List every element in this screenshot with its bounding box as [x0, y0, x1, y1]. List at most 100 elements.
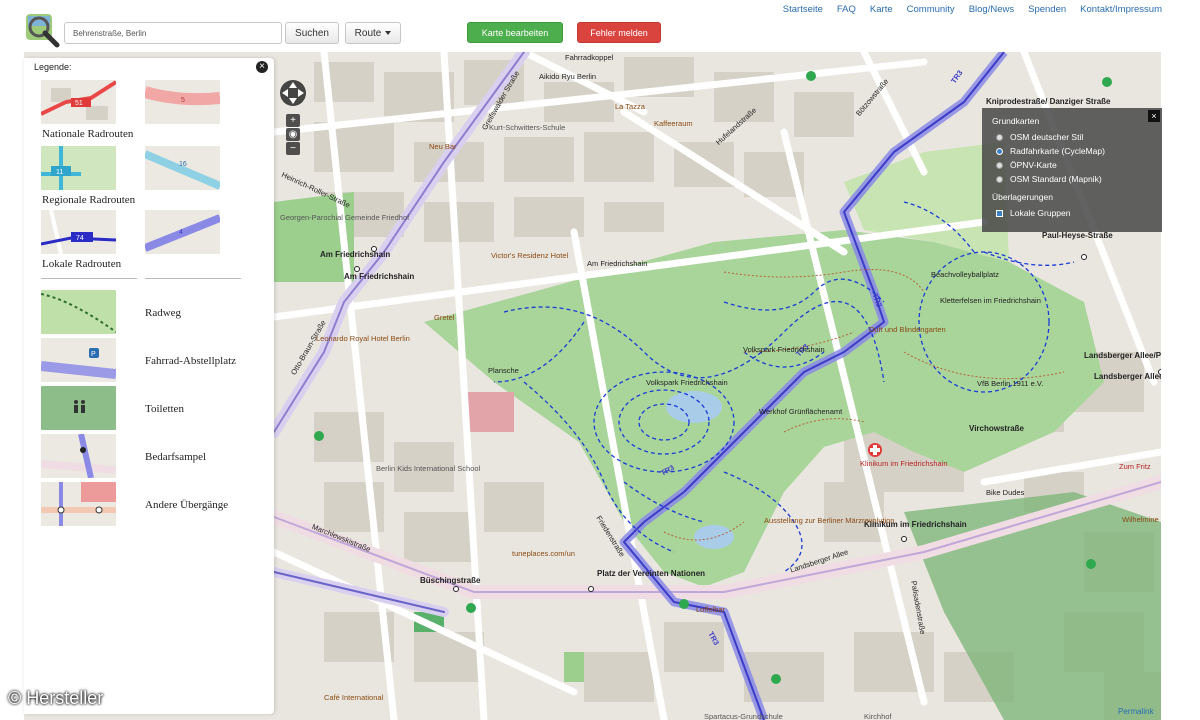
street-label: Landsberger Allee — [1094, 372, 1161, 381]
close-icon[interactable]: × — [256, 61, 268, 73]
legend-thumb-toilets — [41, 386, 116, 430]
place-label: Planschе — [488, 366, 519, 375]
street-label: Fahrradkoppel — [565, 53, 614, 62]
place-label: Loffelbar — [696, 605, 726, 614]
legend-thumb-crossings — [41, 482, 116, 526]
legend-thumb-local-2: 4 — [145, 210, 220, 254]
search-button[interactable]: Suchen — [285, 22, 339, 44]
layer-option-osm-de[interactable]: OSM deutscher Stil — [996, 132, 1083, 142]
base-layers-header: Grundkarten — [992, 116, 1040, 126]
layer-option-label: ÖPNV-Karte — [1010, 160, 1057, 170]
legend-category-national: Nationale Radrouten — [42, 128, 134, 140]
overlays-header: Überlagerungen — [992, 192, 1053, 202]
radio-selected-icon[interactable] — [996, 147, 1003, 155]
place-label: Kirchhof — [864, 712, 892, 720]
globe-icon[interactable]: ◉ — [286, 128, 300, 141]
edit-map-button[interactable]: Karte bearbeiten — [467, 22, 563, 43]
place-label: Duft und Blindengarten — [869, 325, 946, 334]
logo-magnifier-icon[interactable] — [24, 12, 60, 48]
legend-thumb-traffic-light — [41, 434, 116, 478]
street-label: Am Friedrichshain — [320, 250, 391, 259]
report-error-button[interactable]: Fehler melden — [577, 22, 661, 43]
legend-divider — [41, 278, 137, 279]
legend-panel: Legende: × 51 5 Nationale Radrouten 11 1… — [24, 58, 274, 714]
nav-link-faq[interactable]: FAQ — [837, 4, 856, 15]
legend-thumb-national-2: 5 — [145, 80, 220, 124]
overlay-option-local-groups[interactable]: Lokale Gruppen — [996, 208, 1071, 218]
street-label: Landsberger Allee/Petersburger — [1084, 351, 1161, 360]
legend-thumb-regional-1: 11 — [41, 146, 116, 190]
street-label: Virchowstraße — [969, 424, 1024, 433]
place-label: Neu Bar — [429, 142, 457, 151]
report-error-label: Fehler melden — [590, 27, 648, 38]
place-label: Werkhof Grünflächenamt — [759, 407, 843, 416]
legend-thumb-bike-parking: P — [41, 338, 116, 382]
place-label: VfB Berlin 1911 e.V. — [977, 379, 1044, 388]
zoom-in-icon[interactable]: + — [286, 114, 300, 127]
place-label: Wilhelmine — [1122, 515, 1159, 524]
checkbox-checked-icon[interactable] — [996, 209, 1003, 217]
place-label: Kletterfelsen im Friedrichshain — [940, 296, 1041, 305]
place-label: Victor's Residenz Hotel — [491, 251, 569, 260]
nav-link-community[interactable]: Community — [907, 4, 955, 15]
svg-text:P: P — [91, 351, 96, 358]
top-nav: Startseite FAQ Karte Community Blog/News… — [783, 4, 1162, 15]
zoom-out-icon[interactable]: − — [286, 142, 300, 155]
nav-link-karte[interactable]: Karte — [870, 4, 893, 15]
svg-text:11: 11 — [56, 169, 63, 176]
radio-icon[interactable] — [996, 175, 1003, 183]
svg-text:74: 74 — [76, 235, 84, 242]
zoom-control: + ◉ − — [286, 114, 300, 156]
place-label: Georgen-Parochial Gemeinde Friedhof — [280, 213, 410, 222]
search-button-label: Suchen — [295, 27, 329, 39]
street-label: Kniprodestraße/ Danziger Straße — [986, 97, 1111, 106]
place-label: Spartacus-Grundschule — [704, 712, 783, 720]
place-label: Berlin Kids International School — [376, 464, 481, 473]
place-label: La Tazza — [615, 102, 645, 111]
place-label: Leonardo Royal Hotel Berlin — [316, 334, 410, 343]
caret-down-icon — [385, 31, 392, 35]
legend-divider — [145, 278, 241, 279]
street-label: Platz der Vereinten Nationen — [597, 569, 706, 578]
edit-map-label: Karte bearbeiten — [481, 27, 549, 38]
svg-text:5: 5 — [181, 97, 185, 104]
layer-option-cyclemap[interactable]: Radfahrkarte (CycleMap) — [996, 146, 1105, 156]
place-label: Bike Dudes — [986, 488, 1025, 497]
legend-thumb-radweg — [41, 290, 116, 334]
place-label: Volkspark Friedrichshain — [646, 378, 728, 387]
radio-icon[interactable] — [996, 161, 1003, 169]
copyright-credit: © Hersteller — [8, 688, 104, 708]
legend-item-crossings: Andere Übergänge — [145, 499, 229, 511]
street-label: Am Friedrichshain — [344, 272, 415, 281]
layer-option-mapnik[interactable]: OSM Standard (Mapnik) — [996, 174, 1102, 184]
radio-icon[interactable] — [996, 133, 1003, 141]
nav-link-blog[interactable]: Blog/News — [969, 4, 1014, 15]
layer-option-label: OSM Standard (Mapnik) — [1010, 174, 1102, 184]
pan-control-icon[interactable] — [278, 78, 308, 108]
place-label: tuneplaces.com/un — [512, 549, 575, 558]
nav-link-startseite[interactable]: Startseite — [783, 4, 823, 15]
place-label: Beachvolleyballplatz — [931, 270, 999, 279]
layer-option-oepnv[interactable]: ÖPNV-Karte — [996, 160, 1057, 170]
place-label: Kaffeeraum — [654, 119, 693, 128]
place-label: Ausstellung zur Berliner Märzrevolution — [764, 516, 895, 525]
legend-category-regional: Regionale Radrouten — [42, 194, 136, 206]
street-label: Büschingstraße — [420, 576, 481, 585]
place-label: Aikido Ryu Berlin — [539, 72, 597, 81]
place-label: Kurt-Schwitters-Schule — [489, 123, 566, 132]
permalink-link[interactable]: Permalink — [1118, 707, 1154, 716]
close-icon[interactable]: × — [1148, 110, 1160, 122]
svg-text:4: 4 — [179, 229, 183, 236]
nav-link-spenden[interactable]: Spenden — [1028, 4, 1066, 15]
svg-text:51: 51 — [75, 100, 83, 107]
legend-thumb-regional-2: 16 — [145, 146, 220, 190]
place-label: Café International — [324, 693, 384, 702]
legend-item-toilets: Toiletten — [145, 403, 184, 415]
street-label: Am Friedrichshain — [587, 259, 648, 268]
place-label: Gretel — [434, 313, 455, 322]
route-dropdown-button[interactable]: Route — [345, 22, 401, 44]
legend-item-traffic-light: Bedarfsampel — [145, 451, 207, 463]
search-input[interactable] — [64, 22, 282, 44]
nav-link-kontakt[interactable]: Kontakt/Impressum — [1080, 4, 1162, 15]
route-button-label: Route — [354, 27, 382, 39]
